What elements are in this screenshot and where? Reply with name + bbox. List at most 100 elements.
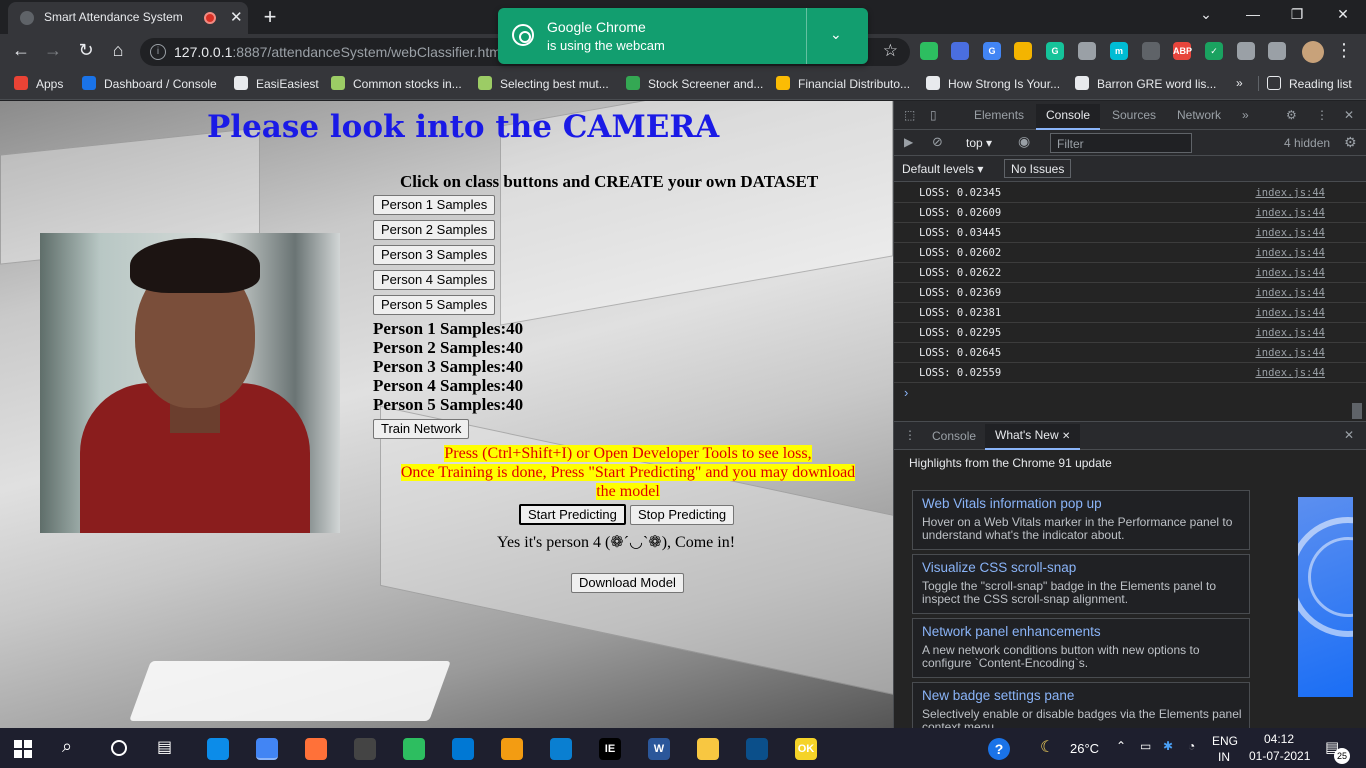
eye-icon[interactable]: ◉ bbox=[1018, 133, 1030, 150]
device-toolbar-icon[interactable]: ▯ bbox=[930, 108, 937, 122]
sidebar-toggle-icon[interactable]: ▶ bbox=[904, 135, 913, 149]
profile-avatar[interactable] bbox=[1302, 41, 1324, 63]
person-3-samples-button[interactable]: Person 3 Samples bbox=[373, 245, 496, 265]
obs-icon[interactable] bbox=[354, 738, 376, 760]
person-2-samples-button[interactable]: Person 2 Samples bbox=[373, 220, 496, 240]
card-title[interactable]: Web Vitals information pop up bbox=[922, 496, 1102, 511]
more-tabs-icon[interactable]: » bbox=[1242, 108, 1249, 122]
vscode-icon[interactable] bbox=[550, 738, 572, 760]
word-icon[interactable]: W bbox=[648, 738, 670, 760]
tray-overflow-icon[interactable]: ⌃ bbox=[1116, 739, 1126, 753]
log-source-link[interactable]: index.js:44 bbox=[1255, 367, 1325, 379]
wifi-icon[interactable]: ◔ bbox=[1188, 739, 1195, 753]
bookmark-item[interactable]: Selecting best mut... bbox=[478, 76, 609, 91]
okay-icon[interactable]: OK bbox=[795, 738, 817, 760]
home-icon[interactable]: ⌂ bbox=[107, 40, 129, 61]
card-title[interactable]: New badge settings pane bbox=[922, 688, 1074, 703]
bookmark-item[interactable]: Stock Screener and... bbox=[626, 76, 763, 91]
help-icon[interactable]: ? bbox=[988, 738, 1010, 760]
clock-date[interactable]: 01-07-2021 bbox=[1249, 749, 1310, 763]
m-icon[interactable]: m bbox=[1110, 42, 1128, 60]
drive-icon[interactable] bbox=[1014, 42, 1032, 60]
bluetooth-icon[interactable]: ✱ bbox=[1163, 739, 1173, 753]
minimize-button[interactable]: — bbox=[1243, 6, 1263, 22]
reading-list-button[interactable]: Reading list bbox=[1258, 76, 1352, 91]
tab-elements[interactable]: Elements bbox=[974, 108, 1024, 122]
close-window-button[interactable]: ✕ bbox=[1333, 6, 1353, 23]
tab-search-icon[interactable]: ⌄ bbox=[1196, 6, 1216, 23]
console-settings-icon[interactable]: ⚙ bbox=[1344, 134, 1357, 151]
settings-icon[interactable]: ⚙ bbox=[1286, 108, 1297, 122]
firefox-icon[interactable] bbox=[305, 738, 327, 760]
log-source-link[interactable]: index.js:44 bbox=[1255, 347, 1325, 359]
person-5-samples-button[interactable]: Person 5 Samples bbox=[373, 295, 496, 315]
train-network-button[interactable]: Train Network bbox=[373, 419, 470, 439]
bookmark-item[interactable]: How Strong Is Your... bbox=[926, 76, 1060, 91]
puzzle-icon[interactable] bbox=[1237, 42, 1255, 60]
weather-icon[interactable]: ☾ bbox=[1040, 737, 1054, 757]
chevron-down-icon[interactable]: ⌄ bbox=[830, 26, 842, 43]
windows-start-icon[interactable] bbox=[14, 740, 32, 758]
shield-icon[interactable]: ✓ bbox=[1205, 42, 1223, 60]
log-source-link[interactable]: index.js:44 bbox=[1255, 307, 1325, 319]
chrome-icon[interactable] bbox=[256, 738, 278, 760]
store-icon[interactable] bbox=[452, 738, 474, 760]
bookmark-item[interactable]: EasiEasiest bbox=[234, 76, 319, 91]
inspect-icon[interactable]: ⬚ bbox=[904, 108, 915, 122]
reading-list-icon[interactable] bbox=[1268, 42, 1286, 60]
card-title[interactable]: Visualize CSS scroll-snap bbox=[922, 560, 1076, 575]
filter-input[interactable]: Filter bbox=[1050, 133, 1192, 153]
person-1-samples-button[interactable]: Person 1 Samples bbox=[373, 195, 496, 215]
tab-close-icon[interactable]: ✕ bbox=[230, 8, 243, 26]
bookmark-item[interactable]: Barron GRE word lis... bbox=[1075, 76, 1216, 91]
reload-icon[interactable]: ↻ bbox=[75, 40, 97, 61]
person-4-samples-button[interactable]: Person 4 Samples bbox=[373, 270, 496, 290]
card-title[interactable]: Network panel enhancements bbox=[922, 624, 1101, 639]
grammarly-icon[interactable]: G bbox=[1046, 42, 1064, 60]
whats-new-card[interactable]: Visualize CSS scroll-snap Toggle the "scr… bbox=[912, 554, 1250, 614]
language-bottom[interactable]: IN bbox=[1218, 750, 1230, 764]
menu-icon[interactable]: ⋮ bbox=[1333, 40, 1355, 61]
tab-network[interactable]: Network bbox=[1177, 108, 1221, 122]
bookmark-item[interactable]: Common stocks in... bbox=[331, 76, 462, 91]
window-icon[interactable] bbox=[951, 42, 969, 60]
close-devtools-icon[interactable]: ✕ bbox=[1344, 108, 1354, 122]
download-model-button[interactable]: Download Model bbox=[571, 573, 684, 593]
url-text[interactable]: 127.0.0.1:8887/attendanceSystem/webClass… bbox=[174, 44, 504, 60]
start-predicting-button[interactable]: Start Predicting bbox=[519, 504, 626, 525]
log-source-link[interactable]: index.js:44 bbox=[1255, 247, 1325, 259]
battery-icon[interactable]: ▭ bbox=[1140, 739, 1151, 753]
back-icon[interactable]: ← bbox=[10, 40, 32, 61]
bookmark-item[interactable]: Apps bbox=[14, 76, 63, 91]
webcam-notification[interactable]: Google Chrome is using the webcam ⌄ bbox=[498, 8, 868, 64]
extension-icon[interactable] bbox=[1078, 42, 1096, 60]
forward-icon[interactable]: → bbox=[42, 40, 64, 61]
drawer-menu-icon[interactable]: ⋮ bbox=[904, 428, 916, 442]
translate-icon[interactable]: G bbox=[983, 42, 1001, 60]
log-source-link[interactable]: index.js:44 bbox=[1255, 207, 1325, 219]
tab-console[interactable]: Console bbox=[1036, 104, 1101, 130]
clear-console-icon[interactable]: ⊘ bbox=[932, 134, 943, 150]
whats-new-card[interactable]: Web Vitals information pop up Hover on a … bbox=[912, 490, 1250, 550]
evernote-icon[interactable] bbox=[403, 738, 425, 760]
log-source-link[interactable]: index.js:44 bbox=[1255, 287, 1325, 299]
bookmark-star-icon[interactable]: ☆ bbox=[883, 41, 898, 61]
evernote-icon[interactable] bbox=[920, 42, 938, 60]
bookmark-item[interactable]: Financial Distributo... bbox=[776, 76, 910, 91]
whats-new-card[interactable]: Network panel enhancements A new network … bbox=[912, 618, 1250, 678]
close-drawer-icon[interactable]: ✕ bbox=[1344, 428, 1354, 442]
sandbox-icon[interactable] bbox=[746, 738, 768, 760]
log-source-link[interactable]: index.js:44 bbox=[1255, 227, 1325, 239]
search-icon[interactable]: ⌕ bbox=[62, 736, 72, 757]
adblock-icon[interactable]: ABP bbox=[1173, 42, 1192, 60]
new-tab-button[interactable]: + bbox=[260, 4, 280, 30]
language-top[interactable]: ENG bbox=[1212, 734, 1238, 748]
log-source-link[interactable]: index.js:44 bbox=[1255, 327, 1325, 339]
bookmark-item[interactable]: Dashboard / Console bbox=[82, 76, 217, 91]
context-select[interactable]: top ▾ bbox=[966, 136, 992, 150]
clock-time[interactable]: 04:12 bbox=[1264, 732, 1294, 746]
scrollbar[interactable] bbox=[1352, 403, 1362, 419]
drawer-tab-whats-new[interactable]: What's New ✕ bbox=[985, 424, 1081, 450]
stop-predicting-button[interactable]: Stop Predicting bbox=[630, 505, 735, 525]
site-info-icon[interactable]: i bbox=[150, 44, 166, 60]
